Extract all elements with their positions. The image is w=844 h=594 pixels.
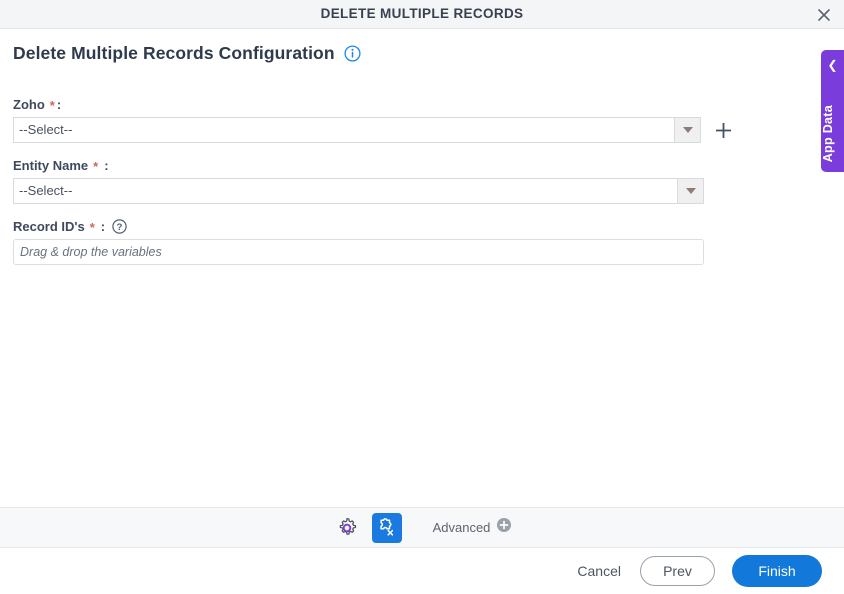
caret-down-icon[interactable] [674,118,700,142]
required-indicator: * [93,158,99,174]
field-zoho: Zoho * : --Select-- [13,95,733,143]
app-data-label: App Data [821,104,835,162]
gear-icon[interactable] [333,514,361,542]
cancel-button[interactable]: Cancel [575,559,623,583]
required-indicator: * [89,219,95,235]
add-zoho-connection-button[interactable] [714,121,733,140]
field-entity-name-label-text: Entity Name [13,157,89,173]
field-record-ids-label-text: Record ID's [13,218,85,234]
zoho-select-value: --Select-- [19,122,73,137]
entity-name-select[interactable]: --Select-- [13,178,704,204]
page-title-text: Delete Multiple Records Configuration [13,43,335,63]
caret-down-icon[interactable] [677,179,703,203]
field-zoho-control-row: --Select-- [13,117,733,143]
advanced-button[interactable]: Advanced [433,518,512,537]
caret-down-glyph [685,188,696,194]
bottom-toolbar: Advanced [0,507,844,548]
field-zoho-label: Zoho * : [13,95,733,113]
field-zoho-label-text: Zoho [13,96,45,112]
field-record-ids-label: Record ID's * : ? [13,217,733,235]
plus-circle-icon[interactable] [497,518,512,537]
page-title: Delete Multiple Records Configuration [13,43,361,64]
configuration-form: Zoho * : --Select-- Entity Name * : --Se… [13,95,733,278]
prev-button[interactable]: Prev [640,556,715,586]
svg-text:?: ? [117,222,123,233]
field-record-ids: Record ID's * : ? [13,217,733,265]
zoho-select[interactable]: --Select-- [13,117,701,143]
label-colon: : [104,157,109,173]
info-icon[interactable] [344,45,361,62]
label-colon: : [56,96,62,112]
record-ids-input[interactable] [13,239,704,265]
help-circle-icon[interactable]: ? [105,218,127,234]
puzzle-x-icon[interactable] [371,512,402,543]
chevron-left-icon: ❮ [827,58,838,72]
close-icon[interactable] [812,3,836,27]
required-indicator: * [49,97,55,113]
app-data-panel-toggle[interactable]: ❮ App Data [821,50,844,172]
dialog-footer: Cancel Prev Finish [0,548,844,594]
window-titlebar: DELETE MULTIPLE RECORDS [0,0,844,29]
field-entity-name: Entity Name * : --Select-- [13,156,733,204]
field-entity-name-label: Entity Name * : [13,156,733,174]
window-title: DELETE MULTIPLE RECORDS [320,6,524,21]
finish-button[interactable]: Finish [732,555,822,587]
caret-down-glyph [682,127,693,133]
entity-name-select-value: --Select-- [19,183,73,198]
advanced-label: Advanced [432,520,491,535]
